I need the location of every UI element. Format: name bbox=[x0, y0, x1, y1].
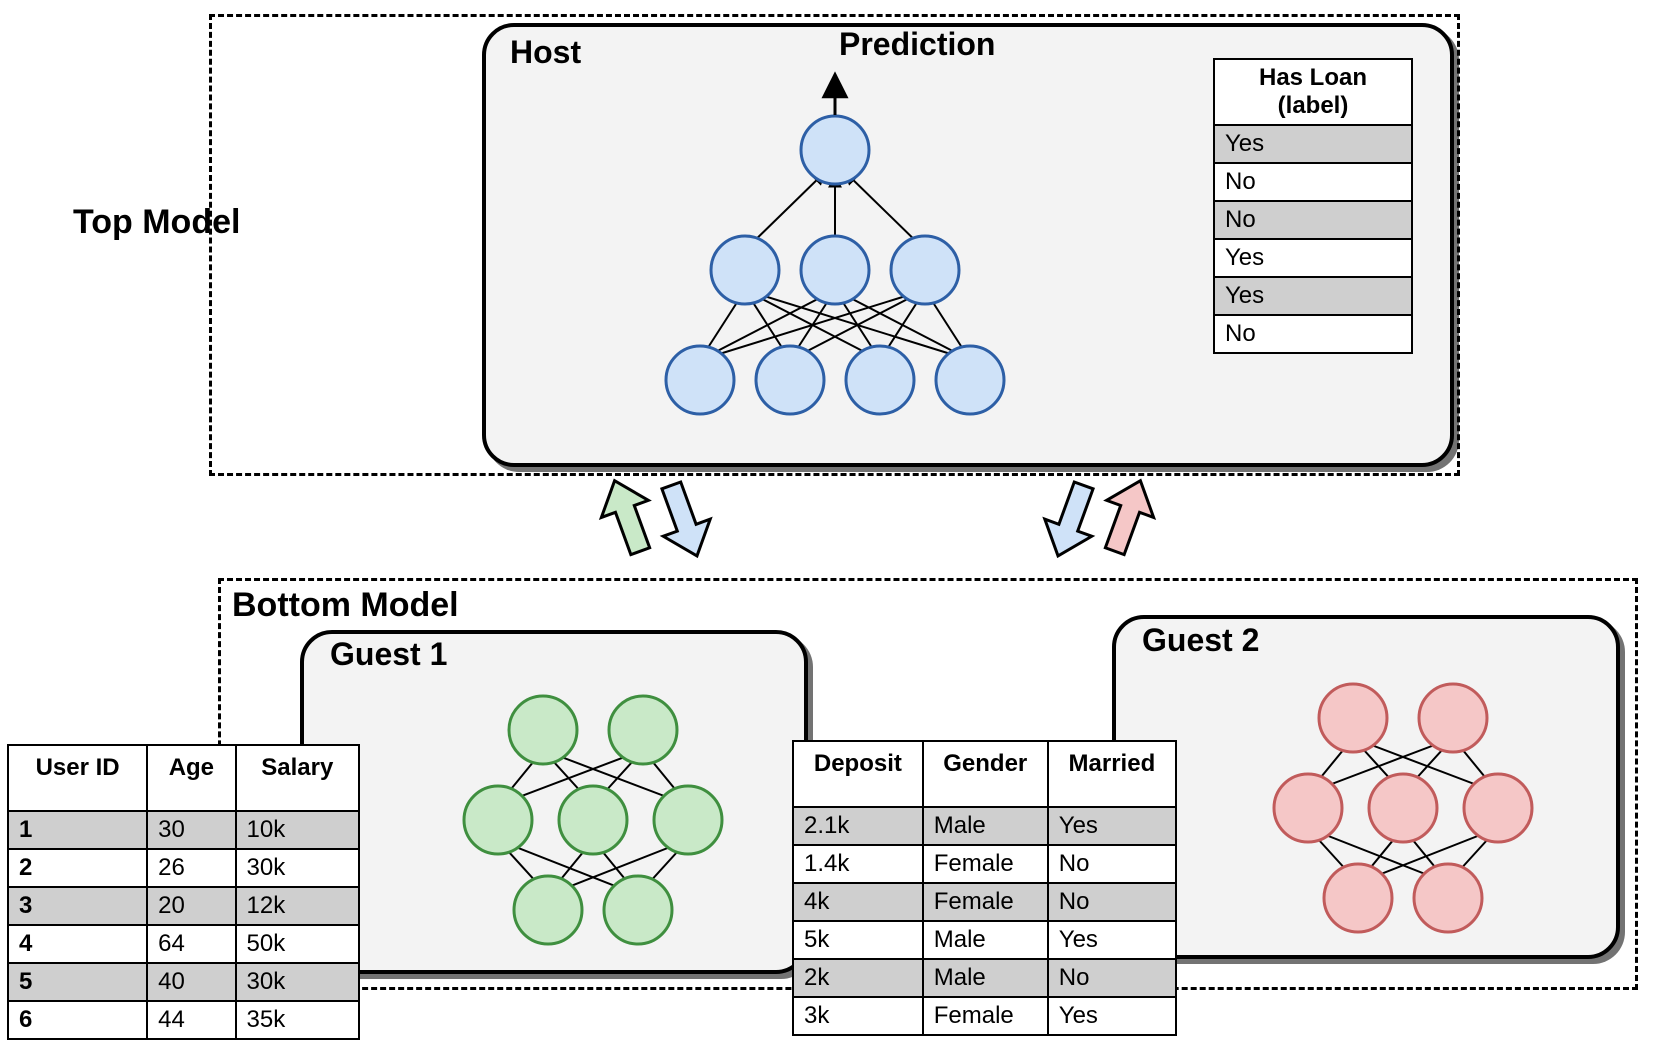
table-row: Yes bbox=[1214, 125, 1412, 163]
table-row: 2k bbox=[793, 959, 923, 997]
table-row: Yes bbox=[1048, 807, 1176, 845]
table-row: Male bbox=[923, 921, 1048, 959]
table-row: No bbox=[1214, 315, 1412, 353]
guest1-neural-net bbox=[418, 660, 788, 960]
table-header: Salary bbox=[236, 745, 359, 811]
table-row: 4 bbox=[8, 925, 147, 963]
table-row: Male bbox=[923, 959, 1048, 997]
host-label-table: Has Loan (label) Yes No No Yes Yes No bbox=[1213, 58, 1413, 354]
guest2-neural-net bbox=[1228, 648, 1598, 948]
table-row: Male bbox=[923, 807, 1048, 845]
table-row: 20 bbox=[147, 887, 235, 925]
table-row: 35k bbox=[236, 1001, 359, 1039]
table-row: No bbox=[1048, 959, 1176, 997]
table-row: 50k bbox=[236, 925, 359, 963]
table-row: 5 bbox=[8, 963, 147, 1001]
comm-arrows bbox=[560, 468, 1260, 580]
table-row: 1.4k bbox=[793, 845, 923, 883]
table-row: 6 bbox=[8, 1001, 147, 1039]
table-row: 1 bbox=[8, 811, 147, 849]
table-row: Yes bbox=[1214, 239, 1412, 277]
host-neural-net bbox=[600, 60, 1100, 460]
guest2-table: Deposit Gender Married 2.1kMaleYes 1.4kF… bbox=[792, 740, 1177, 1036]
table-row: 30k bbox=[236, 849, 359, 887]
table-row: 3 bbox=[8, 887, 147, 925]
table-row: 44 bbox=[147, 1001, 235, 1039]
table-row: 2.1k bbox=[793, 807, 923, 845]
table-row: Yes bbox=[1214, 277, 1412, 315]
prediction-label: Prediction bbox=[839, 26, 995, 63]
table-row: 2 bbox=[8, 849, 147, 887]
table-row: 5k bbox=[793, 921, 923, 959]
table-row: 12k bbox=[236, 887, 359, 925]
table-row: Yes bbox=[1048, 997, 1176, 1035]
host-label-header: Has Loan (label) bbox=[1214, 59, 1412, 125]
bottom-model-label: Bottom Model bbox=[232, 586, 459, 625]
table-row: 30k bbox=[236, 963, 359, 1001]
table-row: Yes bbox=[1048, 921, 1176, 959]
table-row: No bbox=[1048, 845, 1176, 883]
guest1-table: User ID Age Salary 13010k 22630k 32012k … bbox=[7, 744, 360, 1040]
table-row: 40 bbox=[147, 963, 235, 1001]
table-header: Married bbox=[1048, 741, 1176, 807]
table-row: 30 bbox=[147, 811, 235, 849]
table-row: 64 bbox=[147, 925, 235, 963]
table-header: Deposit bbox=[793, 741, 923, 807]
table-row: 3k bbox=[793, 997, 923, 1035]
table-row: Female bbox=[923, 845, 1048, 883]
table-row: 4k bbox=[793, 883, 923, 921]
table-header: Age bbox=[147, 745, 235, 811]
table-row: Female bbox=[923, 997, 1048, 1035]
table-header: User ID bbox=[8, 745, 147, 811]
table-row: No bbox=[1214, 201, 1412, 239]
table-row: 26 bbox=[147, 849, 235, 887]
table-row: 10k bbox=[236, 811, 359, 849]
table-row: No bbox=[1214, 163, 1412, 201]
table-row: Female bbox=[923, 883, 1048, 921]
top-model-label: Top Model bbox=[73, 203, 240, 242]
host-title: Host bbox=[510, 34, 581, 71]
table-row: No bbox=[1048, 883, 1176, 921]
table-header: Gender bbox=[923, 741, 1048, 807]
